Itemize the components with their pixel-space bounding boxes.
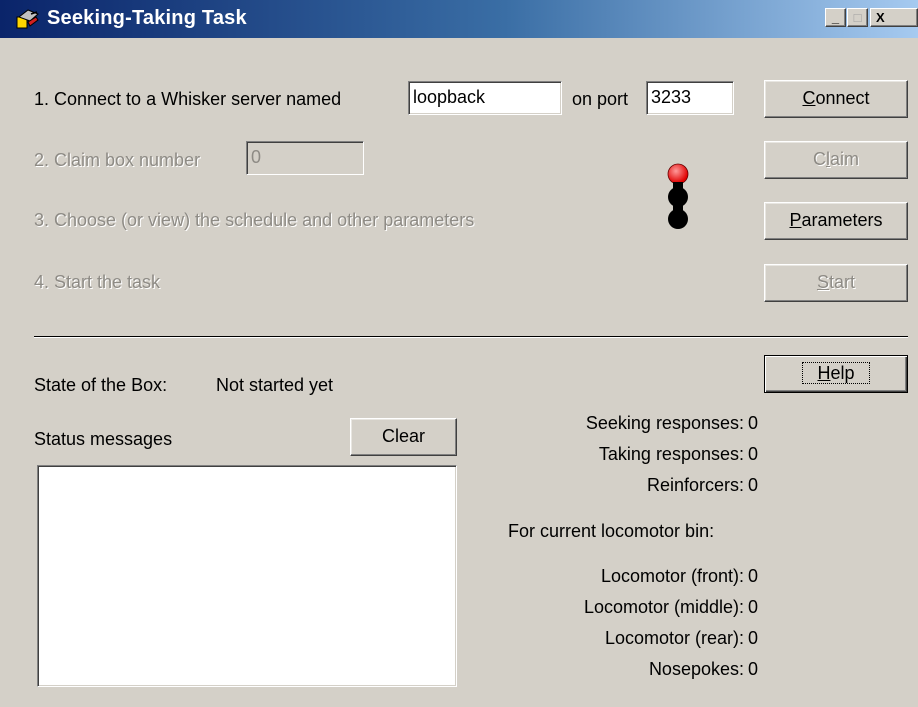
connect-button[interactable]: Connect <box>764 80 908 118</box>
start-label: tart <box>829 272 856 292</box>
clear-button[interactable]: Clear <box>350 418 457 456</box>
status-messages-list[interactable] <box>37 465 457 687</box>
port-input[interactable]: 3233 <box>646 81 734 115</box>
box-number-input[interactable]: 0 <box>246 141 364 175</box>
traffic-light-icon <box>667 163 689 229</box>
title-bar[interactable]: Seeking-Taking Task _ □ X <box>0 0 918 38</box>
minimize-button[interactable]: _ <box>825 8 846 27</box>
locomotor-rear-label: Locomotor (rear): <box>604 628 744 648</box>
close-icon: X <box>876 10 885 25</box>
maximize-button[interactable]: □ <box>847 8 868 27</box>
claim-label-rest: aim <box>829 149 859 169</box>
minimize-icon: _ <box>831 10 840 25</box>
help-button[interactable]: Help <box>764 355 908 393</box>
locomotor-rear-value: 0 <box>748 628 759 648</box>
step1-label: 1. Connect to a Whisker server named <box>34 89 342 109</box>
locomotor-bin-header: For current locomotor bin: <box>508 521 715 541</box>
seeking-responses-value: 0 <box>748 413 759 433</box>
connect-mnemonic: C <box>802 88 816 108</box>
state-value: Not started yet <box>216 375 334 395</box>
connect-label: onnect <box>815 88 870 108</box>
state-label: State of the Box: <box>34 375 168 395</box>
parameters-mnemonic: P <box>789 210 802 230</box>
taking-responses-label: Taking responses: <box>598 444 744 464</box>
nosepokes-label: Nosepokes: <box>648 659 744 679</box>
start-button[interactable]: Start <box>764 264 908 302</box>
window-title: Seeking-Taking Task <box>47 7 247 29</box>
help-mnemonic: H <box>817 363 831 383</box>
nosepokes-value: 0 <box>748 659 759 679</box>
locomotor-middle-label: Locomotor (middle): <box>583 597 744 617</box>
step2-label: 2. Claim box number <box>34 150 201 170</box>
start-mnemonic: S <box>816 272 829 292</box>
help-focus-rect: Help <box>802 362 870 384</box>
reinforcers-value: 0 <box>748 475 759 495</box>
reinforcers-label: Reinforcers: <box>646 475 744 495</box>
step4-label: 4. Start the task <box>34 272 161 292</box>
maximize-icon: □ <box>853 10 862 25</box>
taking-responses-value: 0 <box>748 444 759 464</box>
claim-label-pre: C <box>812 149 826 169</box>
parameters-label: arameters <box>801 210 883 230</box>
separator <box>34 336 908 338</box>
on-port-label: on port <box>572 89 629 109</box>
app-icon <box>16 9 39 29</box>
claim-button[interactable]: Claim <box>764 141 908 179</box>
locomotor-front-label: Locomotor (front): <box>600 566 744 586</box>
server-name-input[interactable]: loopback <box>408 81 562 115</box>
step3-label: 3. Choose (or view) the schedule and oth… <box>34 210 475 230</box>
parameters-button[interactable]: Parameters <box>764 202 908 240</box>
status-messages-label: Status messages <box>34 429 173 449</box>
help-label: elp <box>830 363 855 383</box>
locomotor-middle-value: 0 <box>748 597 759 617</box>
close-button[interactable]: X <box>870 8 918 27</box>
locomotor-front-value: 0 <box>748 566 759 586</box>
seeking-responses-label: Seeking responses: <box>585 413 744 433</box>
